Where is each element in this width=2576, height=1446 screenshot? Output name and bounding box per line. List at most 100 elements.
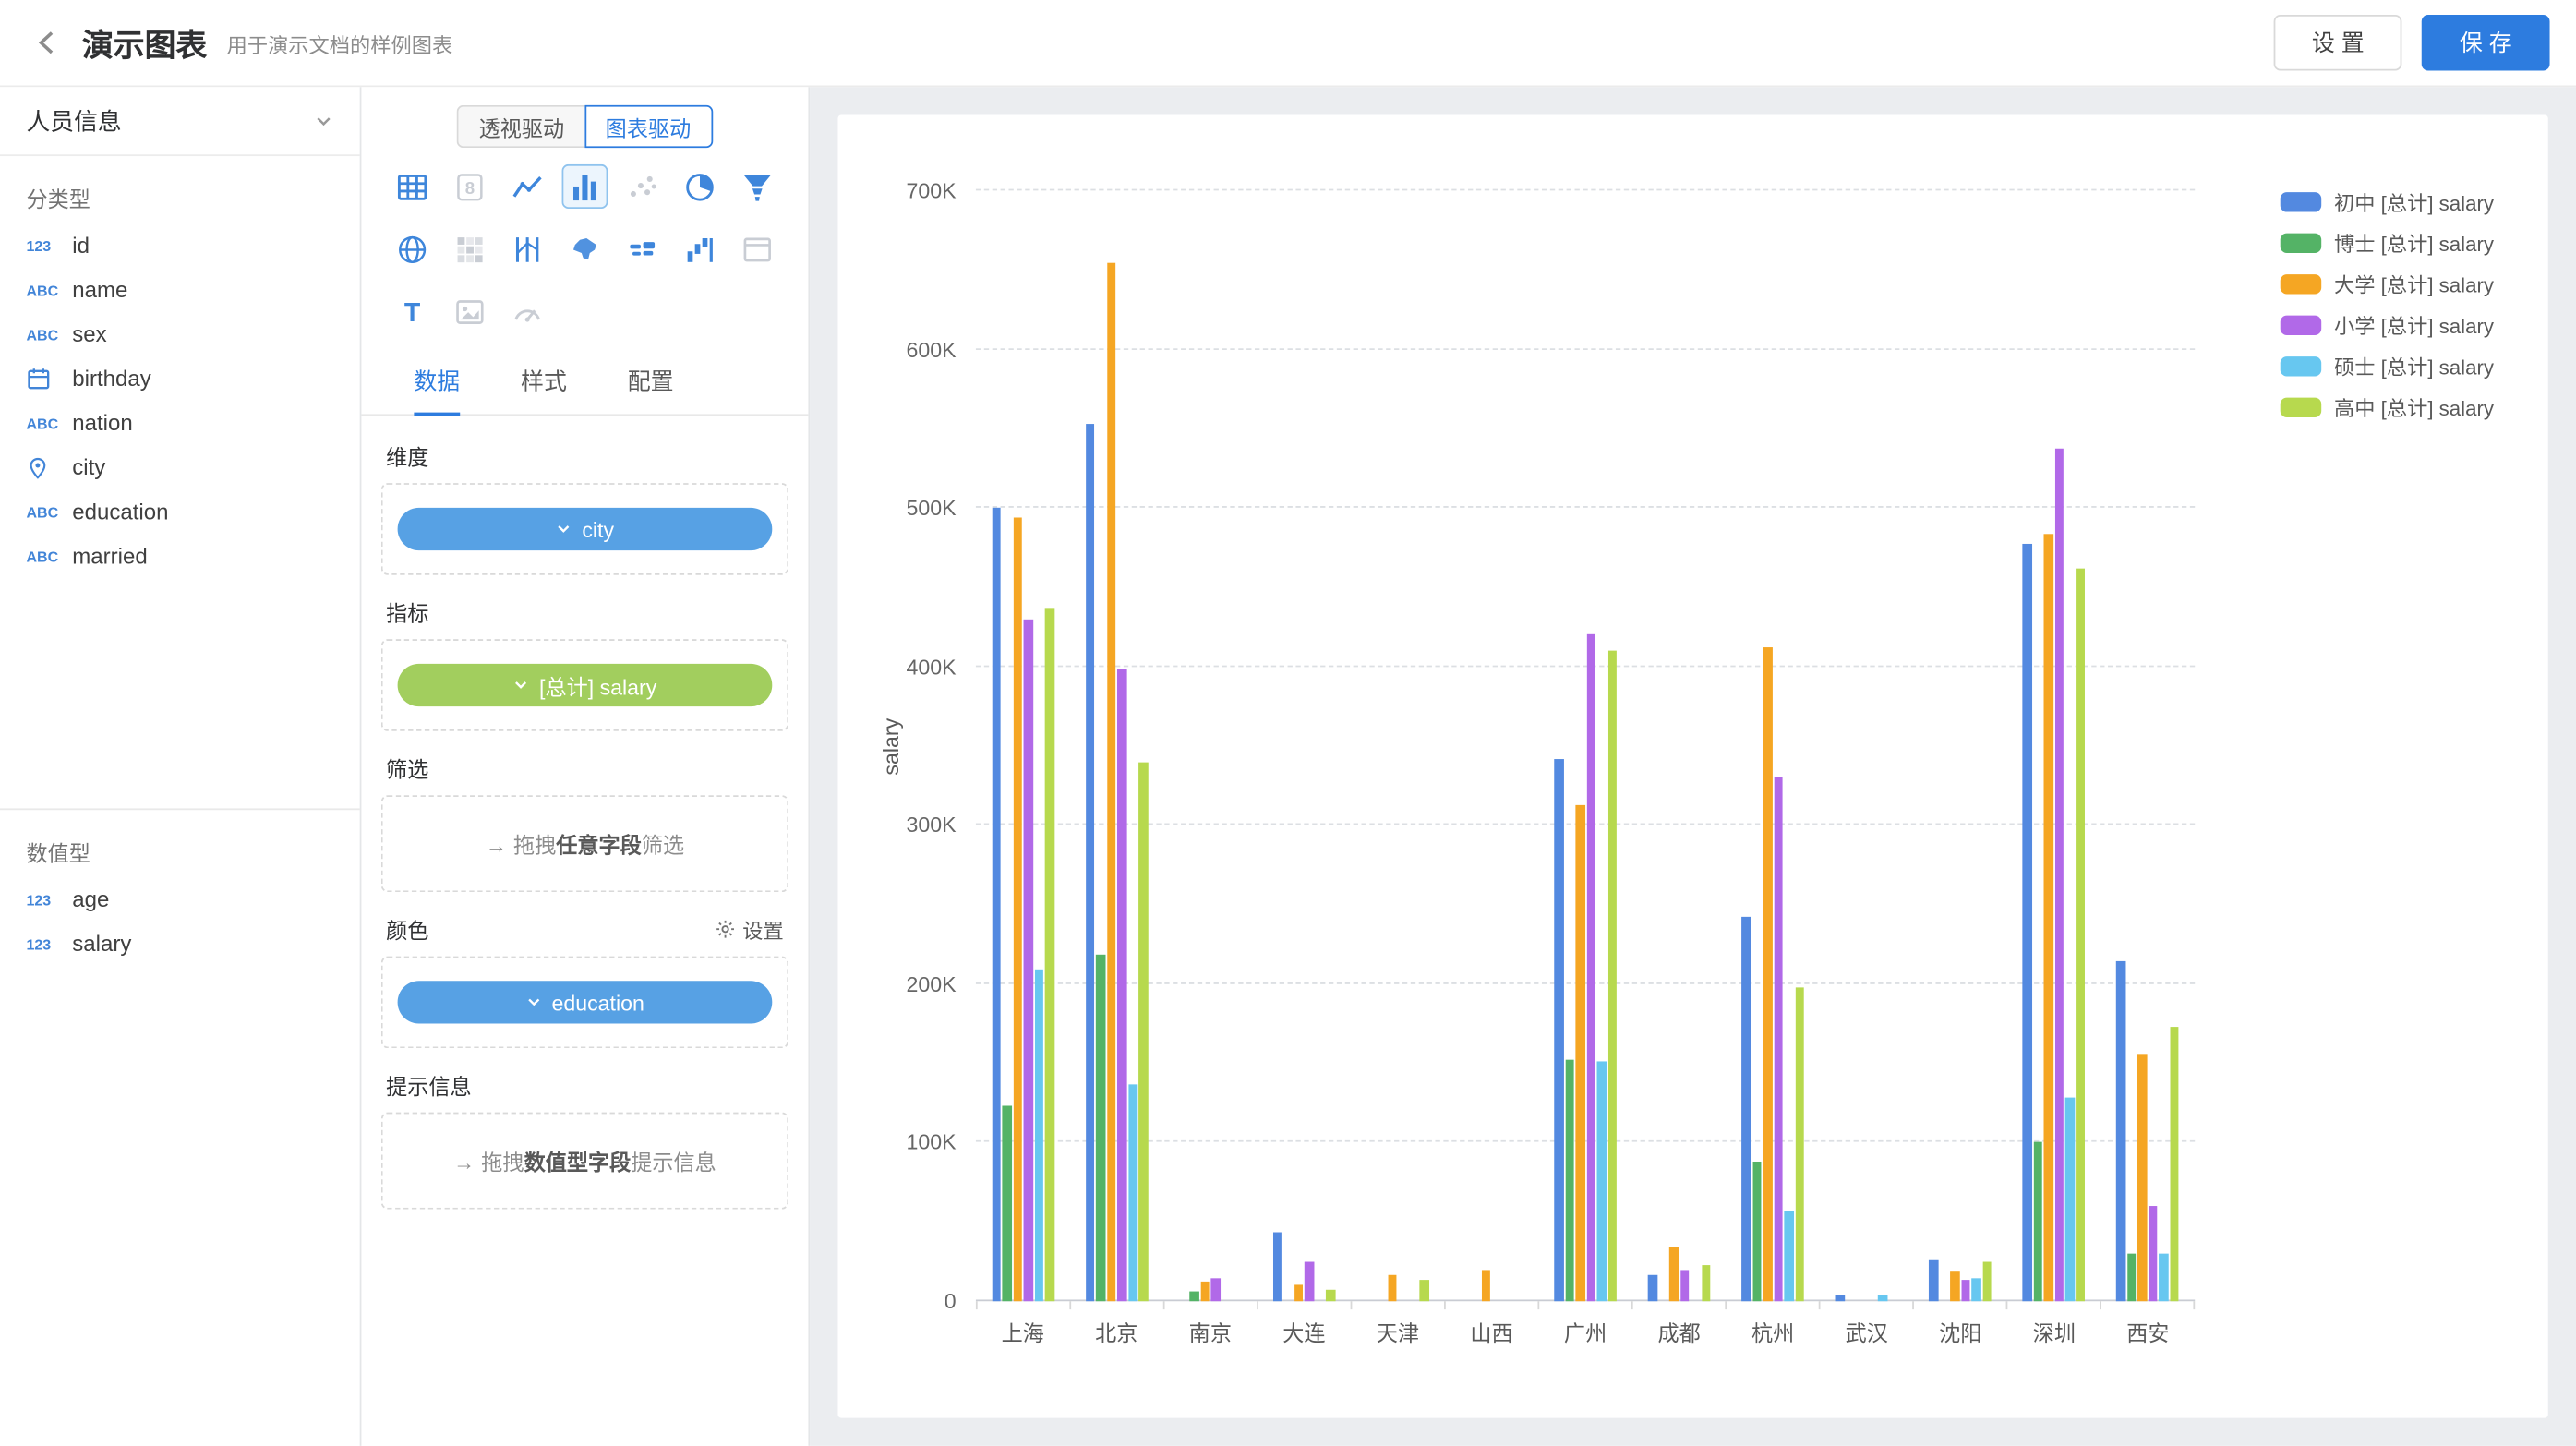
bar[interactable] bbox=[1774, 777, 1783, 1301]
bar[interactable] bbox=[2149, 1206, 2158, 1301]
bar[interactable] bbox=[1200, 1283, 1210, 1302]
bar[interactable] bbox=[2160, 1254, 2169, 1302]
bar[interactable] bbox=[1420, 1281, 1429, 1301]
dimension-pill-city[interactable]: city bbox=[398, 508, 773, 550]
chart-type-text-icon[interactable]: T bbox=[390, 289, 436, 333]
bar[interactable] bbox=[1554, 759, 1563, 1302]
bar[interactable] bbox=[1741, 917, 1751, 1301]
legend-item[interactable]: 高中 [总计] salary bbox=[2280, 386, 2494, 427]
metric-pill-salary[interactable]: [总计] salary bbox=[398, 664, 773, 706]
bar[interactable] bbox=[2034, 1142, 2043, 1301]
field-item-age[interactable]: 123age bbox=[0, 877, 360, 922]
legend-item[interactable]: 大学 [总计] salary bbox=[2280, 263, 2494, 304]
legend-item[interactable]: 博士 [总计] salary bbox=[2280, 222, 2494, 262]
bar[interactable] bbox=[1763, 647, 1773, 1301]
metric-dropzone[interactable]: [总计] salary bbox=[381, 639, 788, 731]
config-tab-setting[interactable]: 配置 bbox=[628, 350, 674, 414]
legend-item[interactable]: 小学 [总计] salary bbox=[2280, 304, 2494, 344]
bar[interactable] bbox=[1680, 1270, 1690, 1301]
legend-item[interactable]: 硕士 [总计] salary bbox=[2280, 345, 2494, 386]
drive-tab-chart[interactable]: 图表驱动 bbox=[584, 105, 713, 148]
bar[interactable] bbox=[1294, 1285, 1304, 1301]
bar[interactable] bbox=[1795, 987, 1804, 1301]
bar[interactable] bbox=[1013, 517, 1022, 1301]
config-tab-style[interactable]: 样式 bbox=[521, 350, 567, 414]
chart-type-bar-icon[interactable] bbox=[562, 164, 608, 209]
bar[interactable] bbox=[2065, 1098, 2075, 1301]
config-tab-data[interactable]: 数据 bbox=[414, 350, 460, 414]
chart-type-line-icon[interactable] bbox=[504, 164, 550, 209]
bar[interactable] bbox=[1024, 619, 1033, 1301]
bar[interactable] bbox=[1951, 1271, 1960, 1302]
bar[interactable] bbox=[1702, 1265, 1711, 1302]
bar[interactable] bbox=[1117, 669, 1126, 1302]
chart-type-word-cloud-icon[interactable] bbox=[620, 227, 666, 271]
bar[interactable] bbox=[1326, 1290, 1335, 1301]
color-dropzone[interactable]: education bbox=[381, 957, 788, 1049]
bar[interactable] bbox=[1972, 1279, 1981, 1301]
bar[interactable] bbox=[1096, 956, 1105, 1302]
bar[interactable] bbox=[1607, 651, 1617, 1302]
field-item-name[interactable]: ABCname bbox=[0, 268, 360, 312]
field-item-id[interactable]: 123id bbox=[0, 223, 360, 268]
bar[interactable] bbox=[1002, 1106, 1011, 1301]
bar[interactable] bbox=[1597, 1062, 1607, 1301]
bar[interactable] bbox=[1190, 1292, 1199, 1301]
bar[interactable] bbox=[1982, 1261, 1992, 1301]
field-item-salary[interactable]: 123salary bbox=[0, 922, 360, 966]
bar[interactable] bbox=[1586, 635, 1595, 1302]
bar[interactable] bbox=[2055, 450, 2064, 1302]
legend-item[interactable]: 初中 [总计] salary bbox=[2280, 181, 2494, 222]
bar[interactable] bbox=[1785, 1211, 1794, 1301]
bar[interactable] bbox=[1836, 1295, 1845, 1301]
bar[interactable] bbox=[1752, 1162, 1762, 1301]
bar[interactable] bbox=[1128, 1084, 1138, 1301]
bar[interactable] bbox=[1107, 263, 1116, 1301]
bar[interactable] bbox=[1045, 608, 1054, 1301]
bar[interactable] bbox=[1575, 804, 1584, 1301]
bar[interactable] bbox=[2117, 962, 2126, 1302]
dimension-dropzone[interactable]: city bbox=[381, 483, 788, 575]
color-pill-education[interactable]: education bbox=[398, 981, 773, 1023]
save-button[interactable]: 保 存 bbox=[2422, 15, 2550, 70]
bar[interactable] bbox=[1138, 762, 1148, 1301]
back-button[interactable] bbox=[26, 21, 68, 64]
chart-type-funnel-icon[interactable] bbox=[734, 164, 780, 209]
chart-type-pie-icon[interactable] bbox=[677, 164, 723, 209]
bar[interactable] bbox=[2127, 1254, 2137, 1302]
bar[interactable] bbox=[1482, 1270, 1491, 1301]
chart-type-world-map-icon[interactable] bbox=[390, 227, 436, 271]
bar[interactable] bbox=[1388, 1274, 1397, 1301]
bar[interactable] bbox=[2044, 534, 2053, 1302]
chart-type-china-map-icon[interactable] bbox=[562, 227, 608, 271]
bar[interactable] bbox=[1565, 1060, 1574, 1301]
settings-button[interactable]: 设 置 bbox=[2274, 15, 2402, 70]
drive-tab-pivot[interactable]: 透视驱动 bbox=[458, 105, 584, 148]
dataset-selector[interactable]: 人员信息 bbox=[0, 87, 360, 156]
bar[interactable] bbox=[1961, 1281, 1970, 1301]
field-item-birthday[interactable]: birthday bbox=[0, 356, 360, 401]
field-item-city[interactable]: city bbox=[0, 445, 360, 489]
bar[interactable] bbox=[2170, 1027, 2179, 1301]
bar[interactable] bbox=[1273, 1232, 1282, 1302]
bar[interactable] bbox=[1930, 1260, 1939, 1302]
bar[interactable] bbox=[1034, 970, 1043, 1301]
bar[interactable] bbox=[992, 508, 1001, 1301]
bar[interactable] bbox=[1305, 1261, 1314, 1301]
field-item-sex[interactable]: ABCsex bbox=[0, 312, 360, 356]
chart-type-table-icon[interactable] bbox=[390, 164, 436, 209]
field-item-education[interactable]: ABCeducation bbox=[0, 489, 360, 534]
tooltip-dropzone[interactable]: →拖拽数值型字段提示信息 bbox=[381, 1113, 788, 1210]
field-item-nation[interactable]: ABCnation bbox=[0, 401, 360, 445]
filter-dropzone[interactable]: →拖拽任意字段筛选 bbox=[381, 795, 788, 892]
chart-type-parallel-icon[interactable] bbox=[504, 227, 550, 271]
bar[interactable] bbox=[1648, 1274, 1657, 1301]
bar[interactable] bbox=[2138, 1055, 2148, 1301]
color-settings-button[interactable]: 设置 bbox=[715, 913, 784, 945]
chart-type-waterfall-icon[interactable] bbox=[677, 227, 723, 271]
bar[interactable] bbox=[1211, 1277, 1221, 1301]
bar[interactable] bbox=[1878, 1295, 1887, 1301]
bar[interactable] bbox=[2076, 568, 2086, 1301]
bar[interactable] bbox=[1669, 1247, 1679, 1301]
field-item-married[interactable]: ABCmarried bbox=[0, 534, 360, 578]
